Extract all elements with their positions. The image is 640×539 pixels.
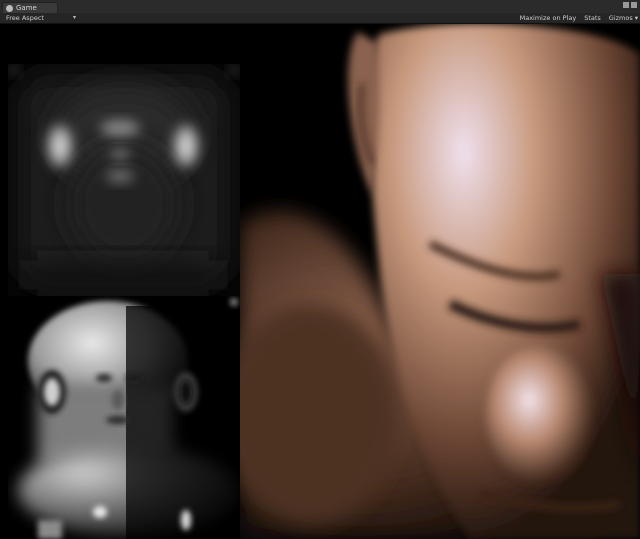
game-toolbar: Free Aspect ▾ Maximize on Play Stats Giz… bbox=[0, 13, 640, 24]
tab-game-label: Game bbox=[16, 3, 37, 12]
stats-toggle[interactable]: Stats bbox=[584, 14, 601, 22]
gizmos-label: Gizmos bbox=[608, 14, 633, 22]
game-controller-icon bbox=[6, 4, 13, 12]
tab-game[interactable]: Game bbox=[2, 2, 58, 13]
window-controls bbox=[623, 2, 637, 8]
gizmos-dropdown[interactable]: Gizmos ▾ bbox=[609, 14, 638, 22]
maximize-on-play-toggle[interactable]: Maximize on Play bbox=[520, 14, 577, 22]
aspect-dropdown[interactable]: Free Aspect bbox=[6, 14, 44, 22]
maximize-icon[interactable] bbox=[631, 2, 637, 8]
editor-tab-bar: Game bbox=[0, 0, 640, 14]
grayscale-head-texture bbox=[8, 296, 240, 539]
game-viewport[interactable] bbox=[0, 24, 640, 539]
blurred-texture-map bbox=[8, 64, 240, 296]
dropdown-arrow-icon[interactable]: ▾ bbox=[73, 14, 76, 22]
panel-menu-icon[interactable] bbox=[623, 2, 629, 8]
dropdown-arrow-icon: ▾ bbox=[634, 14, 638, 22]
rendered-head-view bbox=[240, 24, 640, 539]
